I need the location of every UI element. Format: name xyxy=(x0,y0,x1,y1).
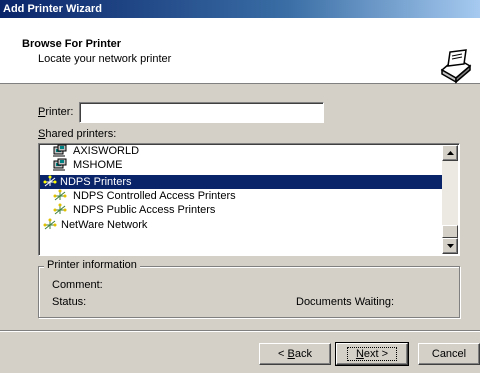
title-bar[interactable]: Add Printer Wizard xyxy=(0,0,480,18)
comment-label: Comment: xyxy=(52,279,103,291)
workgroup-icon xyxy=(53,158,67,171)
list-item-label: MSHOME xyxy=(73,159,123,171)
shared-printers-label: Shared printers: xyxy=(38,128,117,140)
documents-waiting-label: Documents Waiting: xyxy=(296,296,395,308)
printer-input[interactable] xyxy=(79,102,324,123)
list-item[interactable]: NDPS Public Access Printers xyxy=(43,203,217,217)
page-subtitle: Locate your network printer xyxy=(38,53,172,65)
printer-wizard-icon xyxy=(440,49,472,84)
list-item[interactable]: MSHOME xyxy=(43,158,125,172)
next-button[interactable]: Next > xyxy=(335,342,409,366)
network-tree-icon xyxy=(53,189,67,201)
printer-information-group xyxy=(38,266,460,318)
window-title: Add Printer Wizard xyxy=(3,3,102,15)
list-item[interactable]: NetWare Network xyxy=(43,218,149,232)
cancel-button[interactable]: Cancel xyxy=(418,343,480,365)
list-item-label: NDPS Public Access Printers xyxy=(73,204,216,216)
list-item-label: NDPS Printers xyxy=(60,176,132,188)
shared-printers-list[interactable]: AXISWORLD MSHOME NDPS Printers NDPS Cont… xyxy=(38,143,460,256)
arrow-up-icon xyxy=(447,151,454,155)
scroll-up-button[interactable] xyxy=(442,145,458,161)
list-item-label: AXISWORLD xyxy=(73,145,140,157)
list-item[interactable]: AXISWORLD xyxy=(43,144,141,158)
footer-divider xyxy=(0,330,480,332)
list-item-label: NetWare Network xyxy=(61,219,148,231)
network-tree-icon xyxy=(43,218,57,230)
list-item-selected[interactable]: NDPS Printers xyxy=(40,175,444,189)
network-tree-icon xyxy=(43,175,57,187)
page-title: Browse For Printer xyxy=(22,38,122,50)
back-button[interactable]: < Back xyxy=(259,343,331,365)
network-tree-icon xyxy=(53,203,67,215)
arrow-down-icon xyxy=(447,244,454,248)
list-item-label: NDPS Controlled Access Printers xyxy=(73,190,236,202)
status-label: Status: xyxy=(52,296,87,308)
printer-label: Printer: xyxy=(38,106,74,118)
list-scrollbar[interactable] xyxy=(442,145,458,254)
scroll-thumb[interactable] xyxy=(442,225,458,238)
printer-information-legend: Printer information xyxy=(44,259,140,271)
workgroup-icon xyxy=(53,144,67,157)
scroll-down-button[interactable] xyxy=(442,238,458,254)
wizard-header: Browse For Printer Locate your network p… xyxy=(0,18,480,84)
list-item[interactable]: NDPS Controlled Access Printers xyxy=(43,189,238,203)
